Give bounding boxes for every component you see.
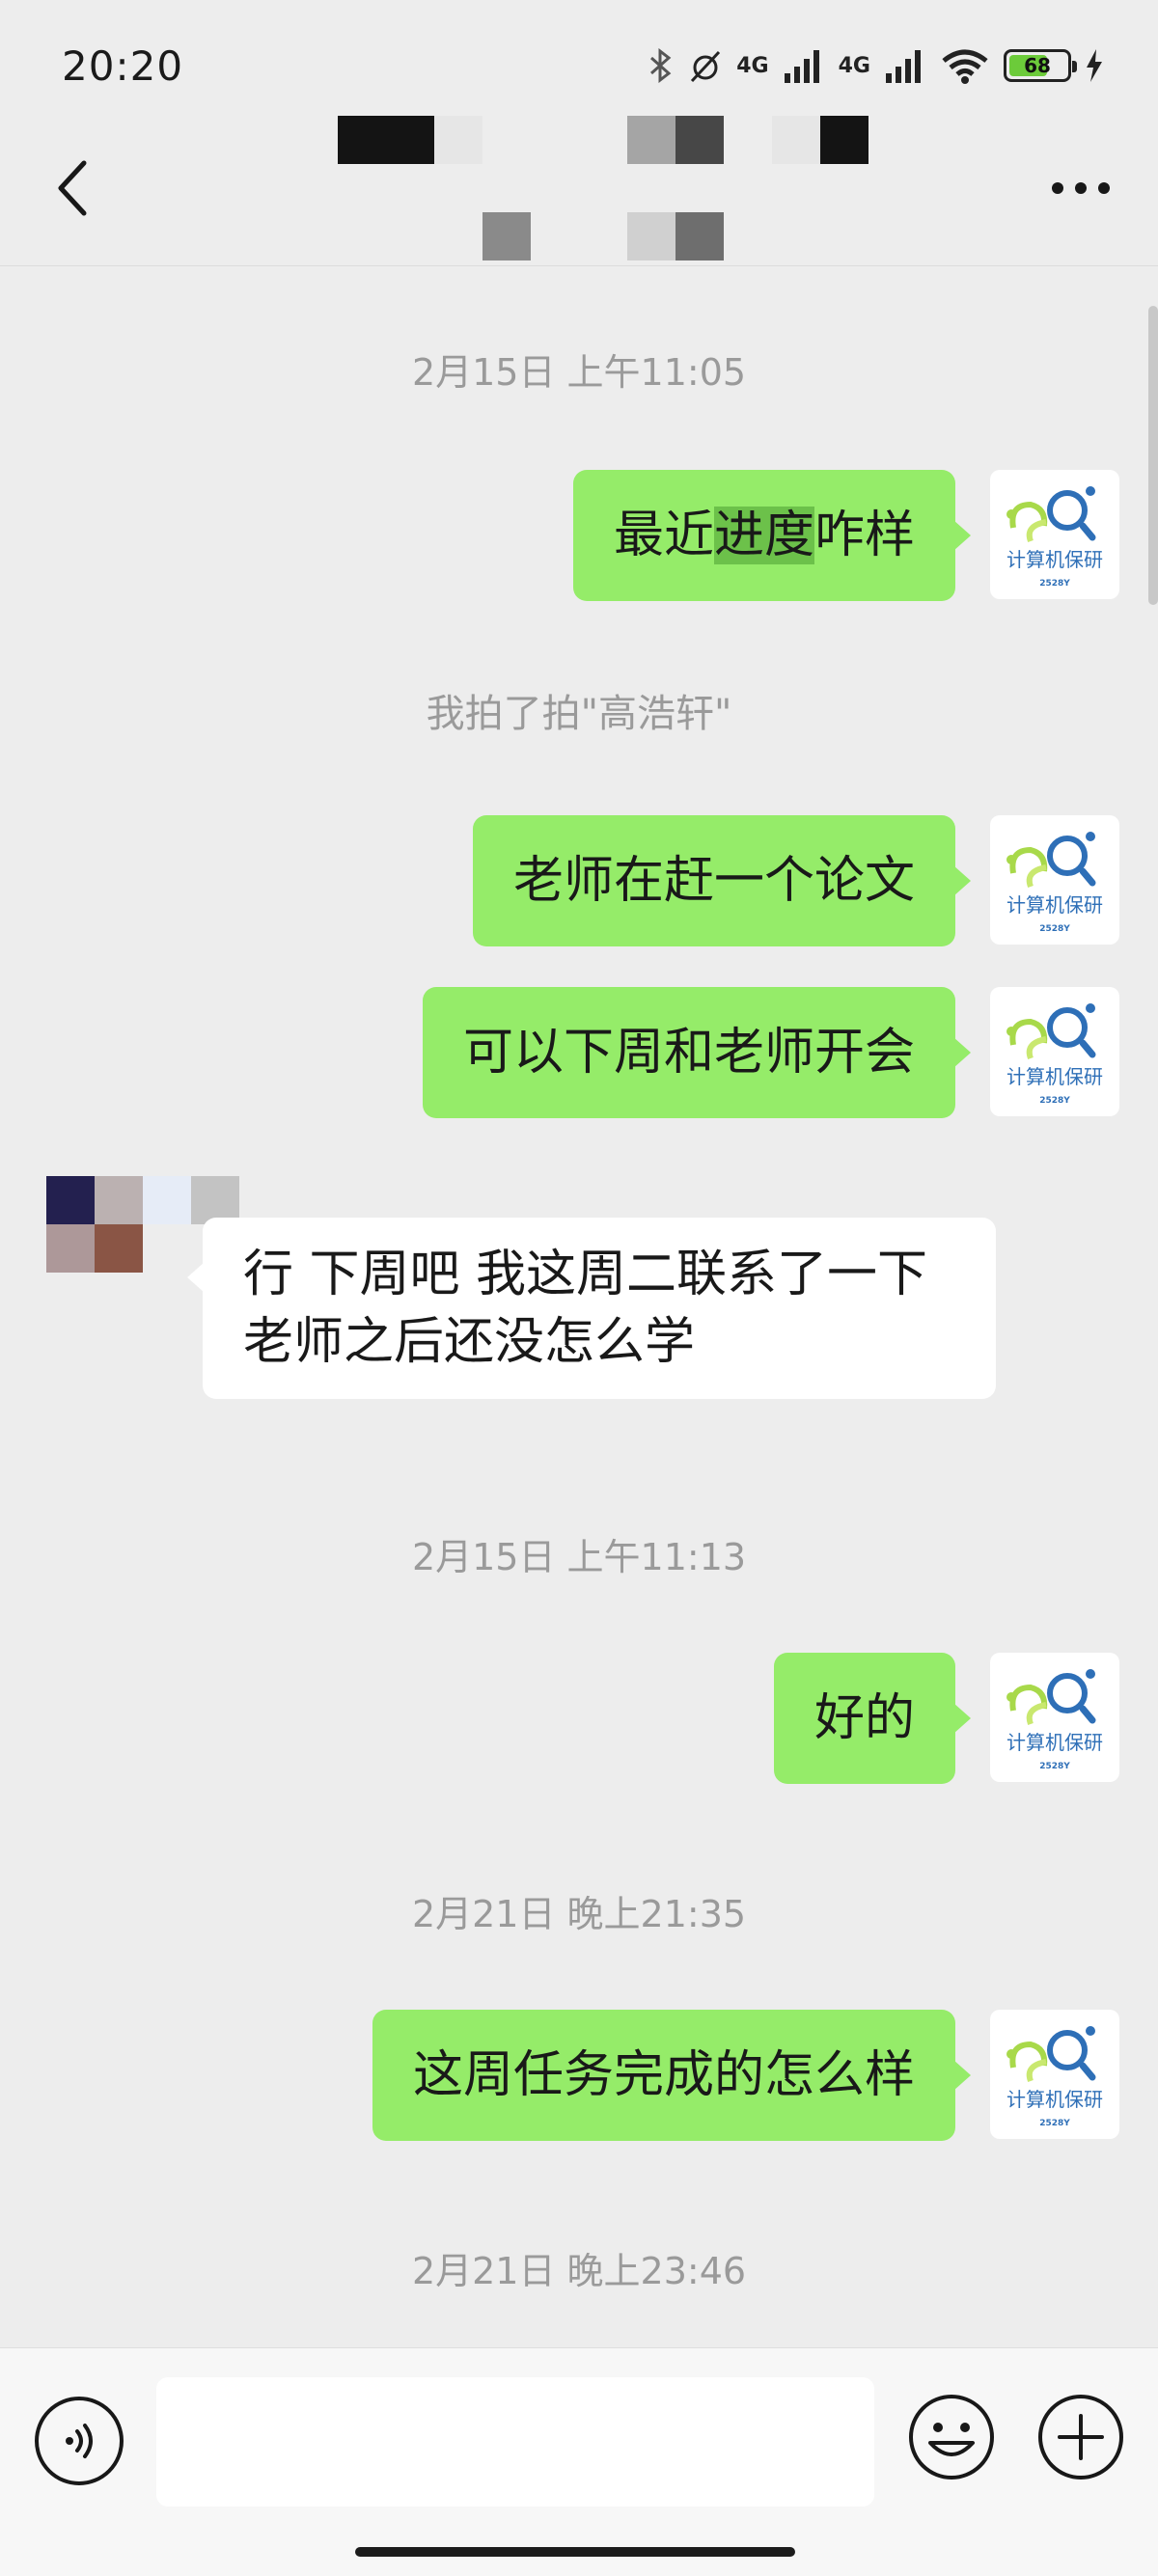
avatar-sublabel: 2528Y [1039, 579, 1070, 589]
avatar-label: 计算机保研 [1006, 2088, 1103, 2111]
message-text: 咋样 [813, 507, 915, 564]
logo-icon: 计算机保研 2528Y [1006, 832, 1103, 934]
logo-icon: 计算机保研 2528Y [1006, 1669, 1103, 1771]
avatar-label: 计算机保研 [1006, 893, 1103, 917]
more-button[interactable] [1042, 154, 1119, 222]
home-indicator[interactable] [355, 2547, 795, 2557]
logo-icon: 计算机保研 2528Y [1006, 486, 1103, 589]
avatar-label: 计算机保研 [1006, 548, 1103, 571]
voice-button[interactable] [35, 2397, 124, 2485]
chevron-left-icon [58, 160, 87, 216]
emoji-button[interactable] [907, 2393, 996, 2481]
logo-icon: 计算机保研 2528Y [1006, 1003, 1103, 1106]
message-bubble-outgoing[interactable]: 可以下周和老师开会 [422, 987, 972, 1118]
avatar[interactable]: 计算机保研 2528Y [990, 470, 1119, 599]
message-bubble-outgoing[interactable]: 这周任务完成的怎么样 [372, 2010, 972, 2141]
status-icons: 4G 4G 68 [646, 44, 1104, 87]
avatar[interactable]: 计算机保研 2528Y [990, 987, 1119, 1116]
avatar-sublabel: 2528Y [1039, 1762, 1070, 1771]
message-text: 最近 [613, 507, 714, 564]
status-bar: 20:20 4G 4G 68 [0, 0, 1158, 135]
avatar[interactable]: 计算机保研 2528Y [990, 2010, 1119, 2139]
emoji-icon [909, 2395, 994, 2480]
avatar[interactable]: 计算机保研 2528Y [990, 815, 1119, 945]
message-bubble-outgoing[interactable]: 老师在赶一个论文 [472, 815, 972, 946]
network-label-1: 4G [736, 53, 769, 78]
signal-icon [784, 50, 819, 83]
charging-icon [1087, 49, 1102, 82]
avatar-sublabel: 2528Y [1039, 2119, 1070, 2128]
avatar-sublabel: 2528Y [1039, 924, 1070, 934]
voice-icon [66, 2424, 93, 2458]
avatar-label: 计算机保研 [1006, 1065, 1103, 1088]
battery-level: 68 [1024, 54, 1051, 77]
bluetooth-icon [650, 48, 672, 83]
status-time: 20:20 [62, 42, 184, 90]
wifi-icon [942, 49, 988, 84]
timestamp: 2月15日 上午11:13 [411, 1536, 747, 1578]
plus-icon [1038, 2395, 1123, 2480]
network-label-2: 4G [838, 53, 870, 78]
message-bubble-outgoing[interactable]: 好的 [773, 1653, 972, 1784]
chat-title-redacted [338, 116, 878, 260]
signal-icon-2 [886, 50, 921, 83]
message-input[interactable] [156, 2377, 874, 2507]
chat-area[interactable]: 2月15日 上午11:05 最近进度咋样 计算机保研 2528Y 我拍了拍"高浩… [0, 267, 1158, 2347]
more-functions-button[interactable] [1036, 2393, 1125, 2481]
avatar-sublabel: 2528Y [1039, 1096, 1070, 1106]
alarm-off-icon [691, 50, 721, 83]
message-bubble-outgoing[interactable]: 最近进度咋样 [572, 470, 972, 601]
ellipsis-icon [1052, 182, 1110, 194]
back-button[interactable] [39, 154, 106, 222]
logo-icon: 计算机保研 2528Y [1006, 2026, 1103, 2128]
battery-icon: 68 [1004, 49, 1077, 82]
system-notice: 我拍了拍"高浩轩" [426, 692, 732, 736]
input-bar [0, 2347, 1158, 2576]
avatar-label: 计算机保研 [1006, 1731, 1103, 1754]
timestamp: 2月21日 晚上21:35 [411, 1893, 747, 1935]
timestamp: 2月21日 晚上23:46 [411, 2250, 747, 2292]
timestamp: 2月15日 上午11:05 [411, 351, 747, 394]
avatar[interactable]: 计算机保研 2528Y [990, 1653, 1119, 1782]
message-highlight: 进度 [713, 507, 814, 564]
message-bubble-incoming[interactable]: 行 下周吧 我这周二联系了一下老师之后还没怎么学 [187, 1218, 996, 1399]
